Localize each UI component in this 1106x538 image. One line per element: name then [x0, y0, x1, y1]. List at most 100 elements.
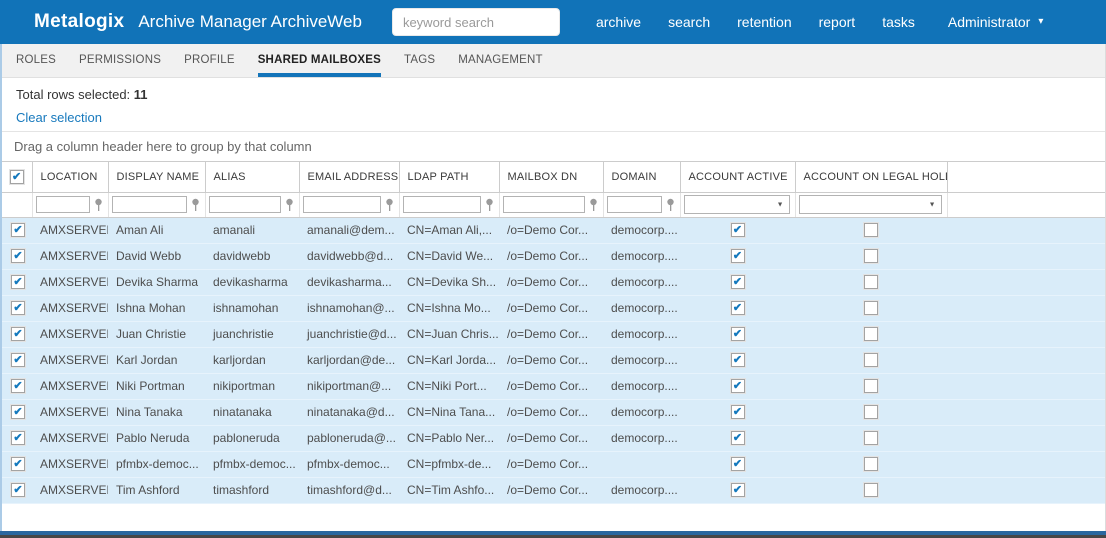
- account-on-legal-hold-checkbox[interactable]: [864, 275, 878, 289]
- row-select-checkbox[interactable]: ✔: [11, 431, 25, 445]
- nav-tasks[interactable]: tasks: [882, 14, 915, 30]
- row-select-checkbox[interactable]: ✔: [11, 457, 25, 471]
- cell-account-on-legal-hold: [795, 477, 947, 503]
- group-by-drop-zone[interactable]: Drag a column header here to group by th…: [2, 132, 1105, 162]
- cell-mailbox-dn: /o=Demo Cor...: [499, 217, 603, 243]
- user-menu[interactable]: Administrator ▾: [948, 14, 1044, 30]
- account-active-checkbox[interactable]: ✔: [731, 405, 745, 419]
- account-active-checkbox[interactable]: ✔: [731, 327, 745, 341]
- account-on-legal-hold-checkbox[interactable]: [864, 249, 878, 263]
- account-active-checkbox[interactable]: ✔: [731, 483, 745, 497]
- total-rows-label: Total rows selected:: [16, 87, 130, 102]
- account-on-legal-hold-checkbox[interactable]: [864, 327, 878, 341]
- column-header-domain[interactable]: DOMAIN: [603, 162, 680, 192]
- table-row[interactable]: ✔AMXSERVERNina Tanakaninatanakaninatanak…: [2, 399, 1105, 425]
- account-on-legal-hold-checkbox[interactable]: [864, 457, 878, 471]
- filter-input-display-name[interactable]: [112, 196, 187, 213]
- filter-input-location[interactable]: [36, 196, 90, 213]
- account-active-checkbox[interactable]: ✔: [731, 275, 745, 289]
- tab-shared-mailboxes[interactable]: SHARED MAILBOXES: [258, 44, 381, 77]
- clear-selection-link[interactable]: Clear selection: [16, 110, 102, 125]
- filter-select-account-active[interactable]: ▼: [684, 195, 790, 214]
- filter-pin-icon[interactable]: [285, 198, 294, 212]
- column-header-email-address[interactable]: EMAIL ADDRESS: [299, 162, 399, 192]
- filter-input-domain[interactable]: [607, 196, 662, 213]
- column-header-account-active[interactable]: ACCOUNT ACTIVE: [680, 162, 795, 192]
- nav-retention[interactable]: retention: [737, 14, 791, 30]
- keyword-search-input[interactable]: [392, 8, 560, 36]
- filter-pin-icon[interactable]: [385, 198, 394, 212]
- cell-account-active: ✔: [680, 399, 795, 425]
- account-on-legal-hold-checkbox[interactable]: [864, 353, 878, 367]
- row-select-cell: ✔: [2, 477, 32, 503]
- cell-display-name: David Webb: [108, 243, 205, 269]
- select-all-checkbox[interactable]: ✔: [10, 170, 24, 184]
- cell-alias: ishnamohan: [205, 295, 299, 321]
- column-header-mailbox-dn[interactable]: MAILBOX DN: [499, 162, 603, 192]
- column-header-account-on-legal-hold[interactable]: ACCOUNT ON LEGAL HOLD: [795, 162, 947, 192]
- table-row[interactable]: ✔AMXSERVERJuan Christiejuanchristiejuanc…: [2, 321, 1105, 347]
- row-select-checkbox[interactable]: ✔: [11, 353, 25, 367]
- cell-ldap-path: CN=Tim Ashfo...: [399, 477, 499, 503]
- cell-location: AMXSERVER: [32, 425, 108, 451]
- row-select-checkbox[interactable]: ✔: [11, 379, 25, 393]
- tab-tags[interactable]: TAGS: [404, 44, 435, 77]
- account-active-checkbox[interactable]: ✔: [731, 457, 745, 471]
- column-header-ldap-path[interactable]: LDAP PATH: [399, 162, 499, 192]
- filter-input-alias[interactable]: [209, 196, 281, 213]
- account-on-legal-hold-checkbox[interactable]: [864, 405, 878, 419]
- nav-archive[interactable]: archive: [596, 14, 641, 30]
- row-select-checkbox[interactable]: ✔: [11, 275, 25, 289]
- account-active-checkbox[interactable]: ✔: [731, 223, 745, 237]
- filter-select-account-on-legal-hold[interactable]: ▼: [799, 195, 942, 214]
- nav-report[interactable]: report: [819, 14, 856, 30]
- row-select-checkbox[interactable]: ✔: [11, 223, 25, 237]
- filter-pin-icon[interactable]: [191, 198, 200, 212]
- row-select-checkbox[interactable]: ✔: [11, 327, 25, 341]
- filter-pin-icon[interactable]: [94, 198, 103, 212]
- table-row[interactable]: ✔AMXSERVERDavid Webbdavidwebbdavidwebb@d…: [2, 243, 1105, 269]
- selection-summary: Total rows selected: 11 Clear selection: [2, 78, 1105, 132]
- column-header-location[interactable]: LOCATION: [32, 162, 108, 192]
- table-row[interactable]: ✔AMXSERVERAman Aliamanaliamanali@dem...C…: [2, 217, 1105, 243]
- tab-management[interactable]: MANAGEMENT: [458, 44, 542, 77]
- row-select-checkbox[interactable]: ✔: [11, 405, 25, 419]
- user-menu-label: Administrator: [948, 14, 1030, 30]
- row-select-cell: ✔: [2, 425, 32, 451]
- table-row[interactable]: ✔AMXSERVERIshna Mohanishnamohanishnamoha…: [2, 295, 1105, 321]
- filter-pin-icon[interactable]: [589, 198, 598, 212]
- nav-search[interactable]: search: [668, 14, 710, 30]
- account-active-checkbox[interactable]: ✔: [731, 431, 745, 445]
- account-on-legal-hold-checkbox[interactable]: [864, 379, 878, 393]
- account-active-checkbox[interactable]: ✔: [731, 249, 745, 263]
- row-select-checkbox[interactable]: ✔: [11, 249, 25, 263]
- account-on-legal-hold-checkbox[interactable]: [864, 431, 878, 445]
- filter-input-mailbox-dn[interactable]: [503, 196, 585, 213]
- account-active-checkbox[interactable]: ✔: [731, 353, 745, 367]
- table-row[interactable]: ✔AMXSERVERPablo Nerudapablonerudapablone…: [2, 425, 1105, 451]
- column-header-display-name[interactable]: DISPLAY NAME: [108, 162, 205, 192]
- account-on-legal-hold-checkbox[interactable]: [864, 223, 878, 237]
- filter-input-ldap-path[interactable]: [403, 196, 481, 213]
- table-row[interactable]: ✔AMXSERVERNiki Portmannikiportmannikipor…: [2, 373, 1105, 399]
- filter-pin-icon[interactable]: [666, 198, 675, 212]
- tab-permissions[interactable]: PERMISSIONS: [79, 44, 161, 77]
- table-row[interactable]: ✔AMXSERVERDevika Sharmadevikasharmadevik…: [2, 269, 1105, 295]
- table-row[interactable]: ✔AMXSERVERKarl Jordankarljordankarljorda…: [2, 347, 1105, 373]
- filter-pin-icon[interactable]: [485, 198, 494, 212]
- row-select-checkbox[interactable]: ✔: [11, 483, 25, 497]
- account-active-checkbox[interactable]: ✔: [731, 301, 745, 315]
- filter-input-email-address[interactable]: [303, 196, 381, 213]
- table-row[interactable]: ✔AMXSERVERpfmbx-democ...pfmbx-democ...pf…: [2, 451, 1105, 477]
- account-active-checkbox[interactable]: ✔: [731, 379, 745, 393]
- row-select-checkbox[interactable]: ✔: [11, 301, 25, 315]
- account-on-legal-hold-checkbox[interactable]: [864, 483, 878, 497]
- table-row[interactable]: ✔AMXSERVERTim Ashfordtimashfordtimashfor…: [2, 477, 1105, 503]
- row-select-cell: ✔: [2, 347, 32, 373]
- cell-display-name: Karl Jordan: [108, 347, 205, 373]
- account-on-legal-hold-checkbox[interactable]: [864, 301, 878, 315]
- tab-roles[interactable]: ROLES: [16, 44, 56, 77]
- cell-email-address: ninatanaka@d...: [299, 399, 399, 425]
- column-header-alias[interactable]: ALIAS: [205, 162, 299, 192]
- tab-profile[interactable]: PROFILE: [184, 44, 235, 77]
